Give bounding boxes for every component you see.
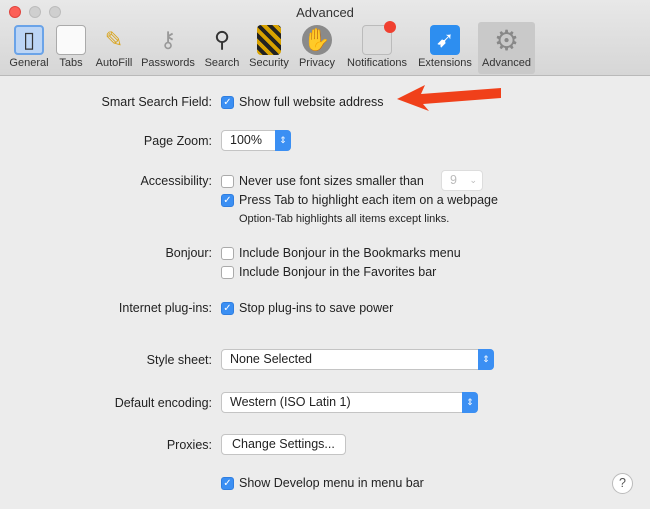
tab-extensions[interactable]: ➹ Extensions [415, 22, 475, 74]
min-font-checkbox[interactable]: Never use font sizes smaller than [221, 174, 424, 188]
checkbox-label: Show Develop menu in menu bar [239, 476, 424, 490]
tab-search[interactable]: ⚲ Search [202, 22, 242, 74]
puzzle-compass-icon: ➹ [430, 25, 460, 55]
bonjour-favorites-checkbox[interactable]: Include Bonjour in the Favorites bar [221, 265, 436, 279]
tab-label: Extensions [418, 57, 472, 69]
tab-label: Notifications [347, 57, 407, 69]
padlock-icon [257, 25, 281, 55]
pencil-icon: ✎ [104, 27, 124, 52]
window-title: Advanced [296, 5, 354, 20]
updown-chevron-icon: ⇕ [478, 349, 494, 370]
smart-search-label: Smart Search Field: [101, 95, 212, 109]
chevron-down-icon: ⌄ [469, 175, 477, 185]
page-zoom-select[interactable]: 100% ⇕ [221, 130, 291, 151]
stylesheet-select[interactable]: None Selected ⇕ [221, 349, 494, 370]
checkbox-unchecked-icon [221, 265, 234, 279]
develop-menu-checkbox[interactable]: ✓ Show Develop menu in menu bar [221, 476, 424, 490]
press-tab-checkbox[interactable]: ✓ Press Tab to highlight each item on a w… [221, 193, 498, 207]
red-arrow-annotation [397, 85, 501, 111]
magnifier-icon: ⚲ [213, 27, 231, 52]
tab-label: Passwords [141, 57, 195, 69]
accessibility-label: Accessibility: [140, 174, 212, 188]
checkbox-label: Include Bonjour in the Favorites bar [239, 265, 437, 279]
plugins-label: Internet plug-ins: [118, 301, 212, 315]
select-value: None Selected [230, 352, 313, 366]
option-tab-note: Option-Tab highlights all items except l… [239, 213, 450, 225]
checkbox-checked-icon: ✓ [221, 193, 234, 207]
encoding-label: Default encoding: [114, 396, 212, 410]
tab-label: Privacy [298, 57, 336, 69]
tab-tabs[interactable]: Tabs [54, 22, 88, 74]
tab-security[interactable]: Security [246, 22, 292, 74]
select-value: Western (ISO Latin 1) [230, 395, 351, 409]
tab-label: General [9, 57, 49, 69]
proxies-label: Proxies: [166, 438, 212, 452]
notification-badge-icon [362, 21, 396, 55]
tab-label: Security [249, 57, 289, 69]
stylesheet-label: Style sheet: [146, 353, 212, 367]
updown-chevron-icon: ⇕ [462, 392, 478, 413]
hand-icon: ✋ [302, 25, 332, 55]
checkbox-label: Include Bonjour in the Bookmarks menu [239, 246, 461, 260]
checkbox-label: Press Tab to highlight each item on a we… [239, 193, 498, 207]
tab-advanced[interactable]: ⚙ Advanced [478, 22, 535, 74]
tab-passwords[interactable]: ⚷ Passwords [140, 22, 196, 74]
tab-general[interactable]: ▯ General [6, 22, 52, 74]
help-button[interactable]: ? [612, 473, 633, 494]
checkbox-checked-icon: ✓ [221, 301, 234, 315]
checkbox-unchecked-icon [221, 246, 234, 260]
checkbox-label: Never use font sizes smaller than [239, 174, 424, 188]
tab-label: Tabs [59, 57, 83, 69]
tab-label: AutoFill [95, 57, 133, 69]
tab-notifications[interactable]: Notifications [342, 21, 412, 74]
select-value: 9 [450, 173, 457, 187]
toolbar: Advanced ▯ General Tabs ✎ AutoFill ⚷ Passwo… [0, 0, 650, 76]
tab-label: Advanced [482, 57, 531, 69]
checkbox-unchecked-icon [221, 174, 234, 188]
page-zoom-label: Page Zoom: [143, 134, 212, 148]
tab-autofill[interactable]: ✎ AutoFill [92, 22, 136, 74]
checkbox-checked-icon: ✓ [221, 95, 234, 109]
select-value: 100% [230, 133, 262, 147]
stop-plugins-checkbox[interactable]: ✓ Stop plug-ins to save power [221, 301, 393, 315]
checkbox-label: Stop plug-ins to save power [239, 301, 394, 315]
show-full-address-checkbox[interactable]: ✓ Show full website address [221, 95, 384, 109]
min-font-select[interactable]: 9 ⌄ [441, 170, 483, 191]
checkbox-checked-icon: ✓ [221, 476, 234, 490]
tabs-icon [56, 25, 86, 55]
tab-label: Search [204, 57, 240, 69]
key-icon: ⚷ [159, 27, 177, 52]
bonjour-label: Bonjour: [165, 246, 212, 260]
change-settings-button[interactable]: Change Settings... [221, 434, 346, 455]
updown-chevron-icon: ⇕ [275, 130, 291, 151]
general-switch-icon: ▯ [14, 25, 44, 55]
encoding-select[interactable]: Western (ISO Latin 1) ⇕ [221, 392, 478, 413]
tab-privacy[interactable]: ✋ Privacy [296, 22, 338, 74]
checkbox-label: Show full website address [239, 95, 384, 109]
gear-icon: ⚙ [493, 24, 520, 56]
bonjour-bookmarks-checkbox[interactable]: Include Bonjour in the Bookmarks menu [221, 246, 461, 260]
